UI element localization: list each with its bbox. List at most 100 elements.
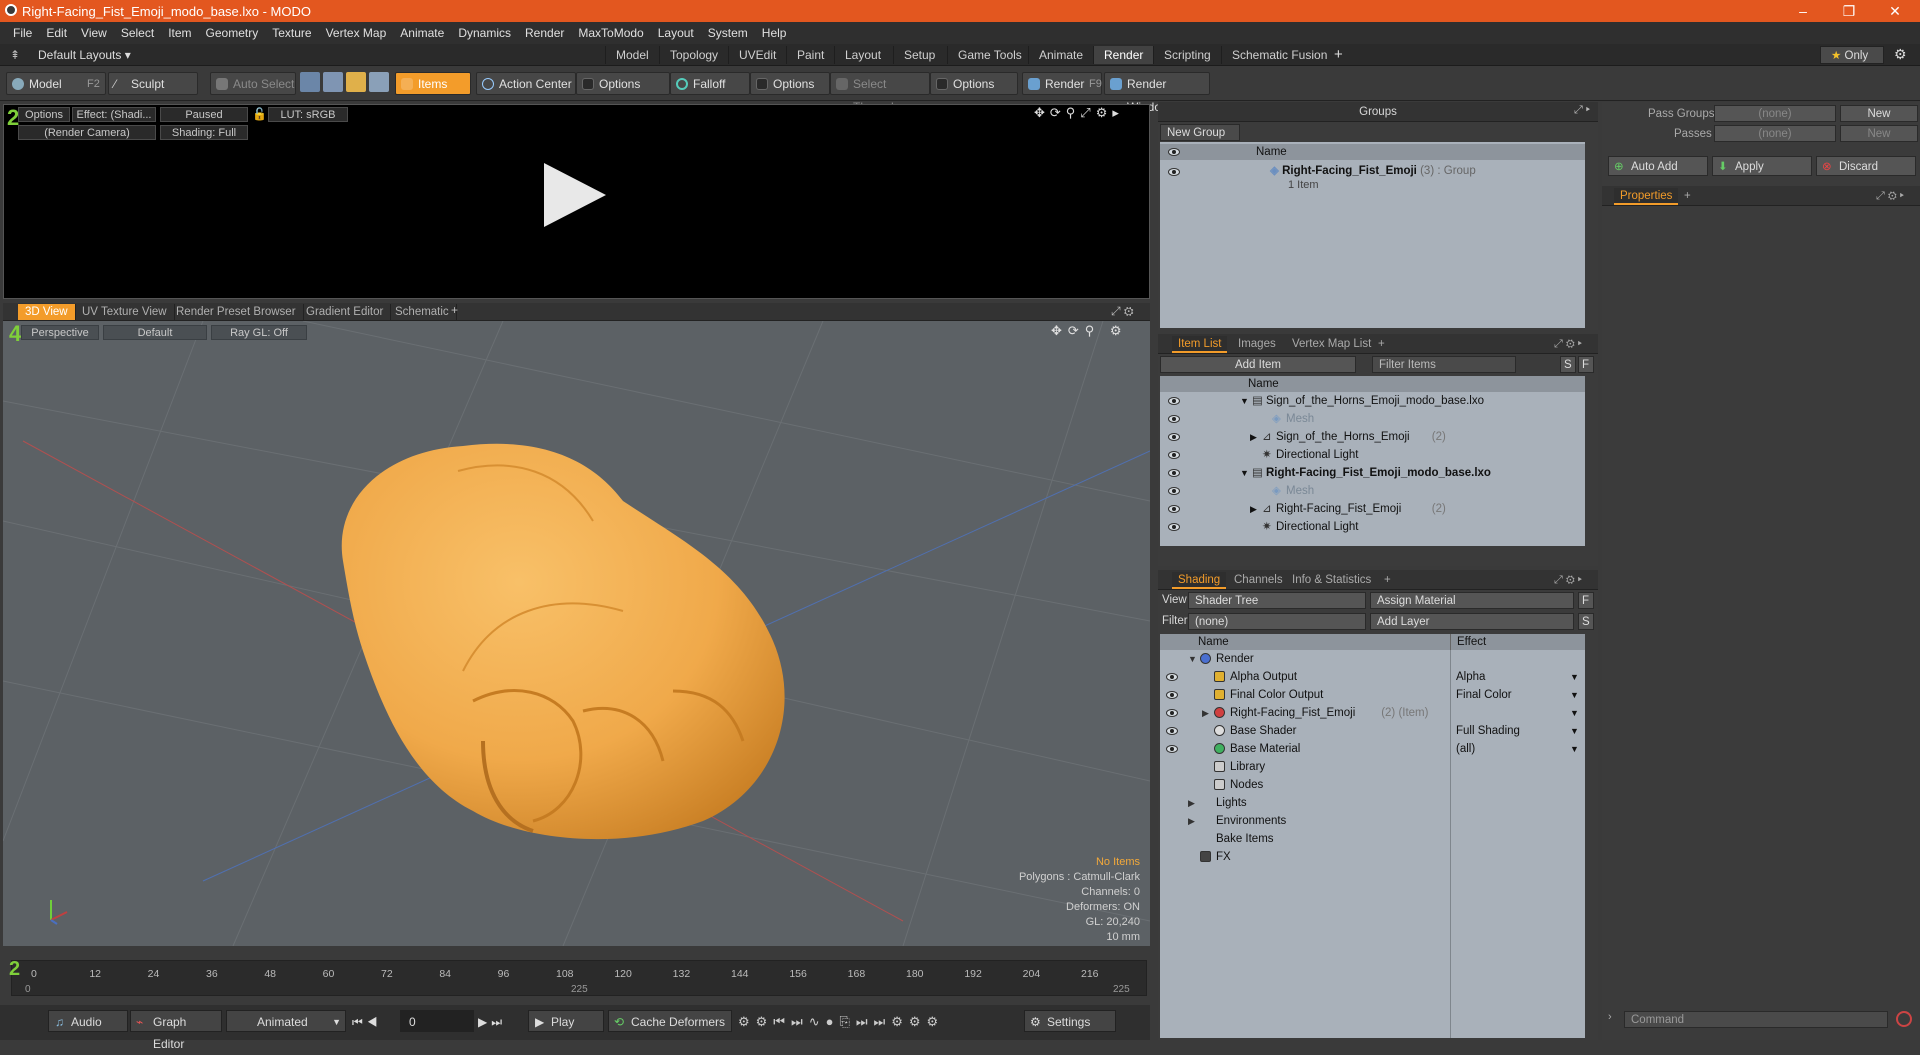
frame-input[interactable]: 0	[400, 1010, 474, 1032]
shading-f-button[interactable]: F	[1578, 592, 1594, 609]
tab-info-statistics[interactable]: Info & Statistics	[1286, 572, 1377, 589]
vertices-mode-icon[interactable]	[300, 72, 320, 92]
paused-button[interactable]: Paused	[160, 107, 248, 122]
tab-setup[interactable]: Setup	[893, 46, 945, 64]
close-button[interactable]: ✕	[1872, 0, 1918, 22]
tab-game-tools[interactable]: Game Tools	[947, 46, 1032, 64]
audio-button[interactable]: ♫ Audio	[48, 1010, 128, 1032]
list-item[interactable]: ✷ Directional Light	[1160, 518, 1585, 536]
expand-arrow-icon[interactable]: ▶	[1202, 704, 1209, 722]
lock-icon[interactable]: 🔓	[252, 107, 267, 121]
navigation-controls[interactable]: ✥⟳⚲ ⚙	[1051, 323, 1128, 339]
shader-tree-row[interactable]: Nodes	[1160, 776, 1585, 794]
tab-properties[interactable]: Properties	[1614, 188, 1679, 205]
visibility-icon[interactable]	[1168, 415, 1180, 423]
visibility-icon[interactable]	[1168, 397, 1180, 405]
shader-tree-row[interactable]: Bake Items	[1160, 830, 1585, 848]
tab-schematic-fusion[interactable]: Schematic Fusion	[1221, 46, 1337, 64]
expand-arrow-icon[interactable]: ▼	[1188, 650, 1197, 668]
menu-select[interactable]: Select	[121, 26, 154, 40]
apply-button[interactable]: ⬇ Apply	[1712, 156, 1812, 176]
menu-system[interactable]: System	[708, 26, 748, 40]
shading-filter-dropdown[interactable]: (none)	[1188, 613, 1366, 630]
graph-editor-button[interactable]: ⌁ Graph Editor	[130, 1010, 222, 1051]
add-properties-tab-button[interactable]: +	[1684, 186, 1691, 206]
tab-shading[interactable]: Shading	[1172, 572, 1227, 589]
menu-edit[interactable]: Edit	[46, 26, 67, 40]
pass-groups-dropdown[interactable]: (none)	[1714, 105, 1836, 122]
shader-tree-row[interactable]: Library	[1160, 758, 1585, 776]
tab-vertex-map-list[interactable]: Vertex Map List	[1286, 336, 1377, 353]
cache-deformers-button[interactable]: ⟲ Cache Deformers	[608, 1010, 732, 1032]
render-preview[interactable]: 2 Options Effect: (Shadi... Paused 🔓 LUT…	[3, 104, 1150, 299]
shading-dropdown[interactable]: Shading: Full	[160, 125, 248, 140]
visibility-icon[interactable]	[1168, 523, 1180, 531]
view-dropdown[interactable]: Shader Tree	[1188, 592, 1366, 609]
visibility-icon[interactable]	[1168, 451, 1180, 459]
tab-images[interactable]: Images	[1232, 336, 1282, 353]
shader-effect-value[interactable]: Alpha	[1456, 668, 1485, 686]
expand-arrow-icon[interactable]: ▼	[1240, 464, 1249, 482]
raygl-dropdown[interactable]: Ray GL: Off	[211, 325, 307, 340]
visibility-icon[interactable]	[1166, 709, 1178, 717]
render-options-button[interactable]: Options	[18, 107, 70, 122]
only-toggle[interactable]: ★ Only	[1820, 46, 1884, 64]
list-item[interactable]: ▶ ⊿ Sign_of_the_Horns_Emoji (2)	[1160, 428, 1585, 446]
shader-tree-row[interactable]: ▶ Lights	[1160, 794, 1585, 812]
render-window-button[interactable]: Render Window	[1104, 72, 1210, 114]
expand-arrow-icon[interactable]: ▶	[1250, 500, 1257, 518]
polygons-mode-icon[interactable]	[346, 72, 366, 92]
visibility-icon[interactable]	[1168, 487, 1180, 495]
visibility-icon[interactable]	[1166, 691, 1178, 699]
expand-icon[interactable]: ⤢ ⚙ ▸	[1554, 570, 1582, 590]
skip-back-controls[interactable]: ⏮◀	[352, 1015, 382, 1030]
menu-item[interactable]: Item	[168, 26, 191, 40]
add-item-list-tab-button[interactable]: +	[1378, 334, 1385, 354]
layout-preset-dropdown[interactable]: Default Layouts ▾	[38, 48, 131, 62]
falloff-button[interactable]: Falloff	[670, 72, 750, 95]
tab-render-preset-browser[interactable]: Render Preset Browser	[169, 304, 304, 320]
tab-model[interactable]: Model	[605, 46, 659, 64]
play-button[interactable]: ▶ Play	[528, 1010, 604, 1032]
model-mode-button[interactable]: Model F2	[6, 72, 106, 95]
3d-viewport[interactable]: 4 Perspective Default Ray GL: Off ✥⟳⚲ ⚙ …	[3, 321, 1150, 946]
menu-layout[interactable]: Layout	[658, 26, 694, 40]
menu-dynamics[interactable]: Dynamics	[458, 26, 511, 40]
skip-forward-controls[interactable]: ▶⏭	[478, 1015, 506, 1030]
tab-paint[interactable]: Paint	[786, 46, 834, 64]
tab-gradient-editor[interactable]: Gradient Editor	[299, 304, 392, 320]
tab-item-list[interactable]: Item List	[1172, 336, 1228, 353]
add-layer-dropdown[interactable]: Add Layer	[1370, 613, 1574, 630]
add-layout-button[interactable]: +	[1334, 46, 1343, 63]
shader-tree-row[interactable]: FX	[1160, 848, 1585, 866]
default-shading-dropdown[interactable]: Default	[103, 325, 207, 340]
add-shading-tab-button[interactable]: +	[1384, 570, 1391, 590]
timeline-marker-icon[interactable]: 2	[9, 958, 20, 981]
auto-select-button[interactable]: Auto Select	[210, 72, 296, 95]
shader-effect-value[interactable]: Full Shading	[1456, 722, 1520, 740]
visibility-icon[interactable]	[1168, 433, 1180, 441]
filter-s-button[interactable]: S	[1560, 356, 1576, 373]
render-view-controls[interactable]: ✥⟳⚲⤢⚙▸	[1034, 105, 1124, 121]
tab-topology[interactable]: Topology	[659, 46, 728, 64]
tab-layout[interactable]: Layout	[834, 46, 891, 64]
item-list[interactable]: Name ▼ ▤ Sign_of_the_Horns_Emoji_modo_base…	[1160, 376, 1585, 546]
chevron-down-icon[interactable]: ▼	[1570, 686, 1579, 704]
menu-file[interactable]: File	[13, 26, 32, 40]
record-icon[interactable]	[1896, 1011, 1912, 1027]
menu-render[interactable]: Render	[525, 26, 564, 40]
tab-render[interactable]: Render	[1093, 46, 1154, 64]
select-through-button[interactable]: Select Through	[830, 72, 930, 114]
shader-tree-row[interactable]: ▶ Right-Facing_Fist_Emoji (2) (Item) ▼	[1160, 704, 1585, 722]
shader-tree-row[interactable]: Base Shader Full Shading ▼	[1160, 722, 1585, 740]
effect-dropdown[interactable]: Effect: (Shadi...	[72, 107, 156, 122]
filter-f-button[interactable]: F	[1578, 356, 1594, 373]
tab-animate[interactable]: Animate	[1028, 46, 1093, 64]
filter-items-input[interactable]: Filter Items	[1372, 356, 1516, 373]
shading-s-button[interactable]: S	[1578, 613, 1594, 630]
action-center-button[interactable]: Action Center	[476, 72, 576, 95]
expand-arrow-icon[interactable]: ▶	[1188, 794, 1195, 812]
menu-texture[interactable]: Texture	[272, 26, 311, 40]
new-pass-group-button[interactable]: New	[1840, 105, 1918, 122]
materials-mode-icon[interactable]	[369, 72, 389, 92]
